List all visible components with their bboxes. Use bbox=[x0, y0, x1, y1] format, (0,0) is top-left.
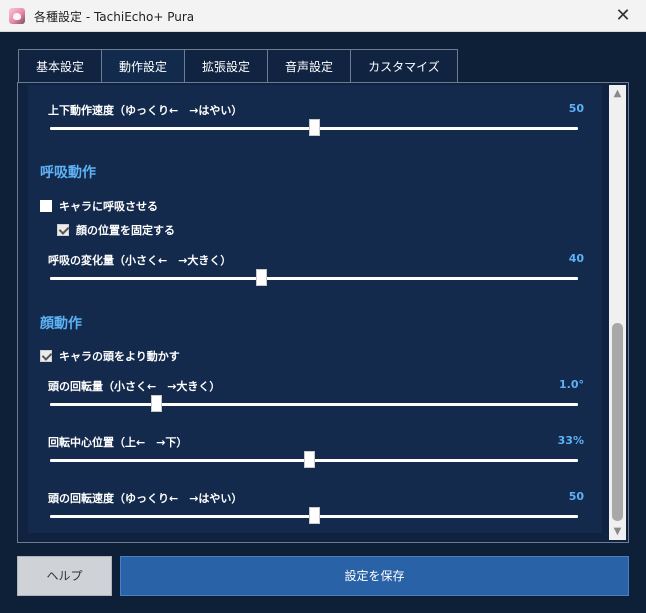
tab-motion[interactable]: 動作設定 bbox=[101, 49, 186, 83]
head-move-label: キャラの頭をより動かす bbox=[59, 350, 180, 363]
tab-extension[interactable]: 拡張設定 bbox=[184, 49, 269, 83]
breath-amount-label: 呼吸の変化量（小さく← →大きく） bbox=[48, 254, 232, 267]
breath-heading: 呼吸動作 bbox=[40, 165, 96, 181]
tab-bar: 基本設定 動作設定 拡張設定 音声設定 カスタマイズ bbox=[18, 49, 458, 83]
breath-amount-thumb[interactable] bbox=[256, 269, 268, 286]
head-move-box[interactable] bbox=[40, 350, 52, 362]
breath-amount-slider[interactable] bbox=[50, 277, 578, 280]
app-icon bbox=[9, 8, 25, 24]
head-rotation-slider[interactable] bbox=[50, 403, 578, 406]
rotation-center-value: 33% bbox=[557, 434, 584, 447]
updown-speed-value: 50 bbox=[568, 102, 584, 115]
face-fix-label: 顔の位置を固定する bbox=[76, 224, 175, 237]
head-speed-label: 頭の回転速度（ゆっくり← →はやい） bbox=[48, 492, 243, 505]
scroll-up-icon[interactable]: ▲ bbox=[609, 85, 626, 102]
title-bar: 各種設定 - TachiEcho+ Pura ✕ bbox=[0, 0, 646, 32]
check-icon[interactable] bbox=[57, 224, 69, 236]
rotation-center-label: 回転中心位置（上← →下） bbox=[48, 436, 188, 449]
settings-panel: 上下動作速度（ゆっくり← →はやい） 50 呼吸動作 キャラに呼吸させる 顔の位… bbox=[17, 82, 629, 543]
breath-enable-label: キャラに呼吸させる bbox=[59, 200, 158, 213]
window-title: 各種設定 - TachiEcho+ Pura bbox=[34, 10, 195, 24]
head-move-checkbox[interactable]: キャラの頭をより動かす bbox=[40, 348, 180, 364]
head-rotation-label: 頭の回転量（小さく← →大きく） bbox=[48, 380, 221, 393]
updown-speed-thumb[interactable] bbox=[309, 119, 320, 136]
vertical-scrollbar[interactable]: ▲ ▼ bbox=[609, 85, 626, 540]
scroll-down-icon[interactable]: ▼ bbox=[609, 523, 626, 540]
tab-customize[interactable]: カスタマイズ bbox=[350, 49, 458, 83]
tab-audio[interactable]: 音声設定 bbox=[267, 49, 352, 83]
settings-content: 上下動作速度（ゆっくり← →はやい） 50 呼吸動作 キャラに呼吸させる 顔の位… bbox=[28, 85, 602, 533]
head-rotation-value: 1.0° bbox=[559, 378, 584, 391]
head-speed-thumb[interactable] bbox=[309, 507, 320, 524]
head-rotation-thumb[interactable] bbox=[150, 395, 162, 412]
updown-speed-label: 上下動作速度（ゆっくり← →はやい） bbox=[48, 104, 243, 117]
head-speed-value: 50 bbox=[568, 490, 584, 503]
breath-enable-checkbox[interactable]: キャラに呼吸させる bbox=[40, 198, 158, 214]
breath-amount-value: 40 bbox=[568, 252, 584, 265]
close-icon[interactable]: ✕ bbox=[600, 0, 646, 31]
save-settings-button[interactable]: 設定を保存 bbox=[120, 556, 629, 596]
help-button[interactable]: ヘルプ bbox=[17, 556, 112, 596]
head-heading: 顔動作 bbox=[40, 316, 82, 332]
rotation-center-thumb[interactable] bbox=[303, 451, 315, 468]
face-fix-checkbox[interactable]: 顔の位置を固定する bbox=[57, 222, 175, 238]
breath-enable-box[interactable] bbox=[40, 200, 52, 212]
tab-basic[interactable]: 基本設定 bbox=[18, 49, 103, 83]
scrollbar-thumb[interactable] bbox=[612, 323, 623, 521]
